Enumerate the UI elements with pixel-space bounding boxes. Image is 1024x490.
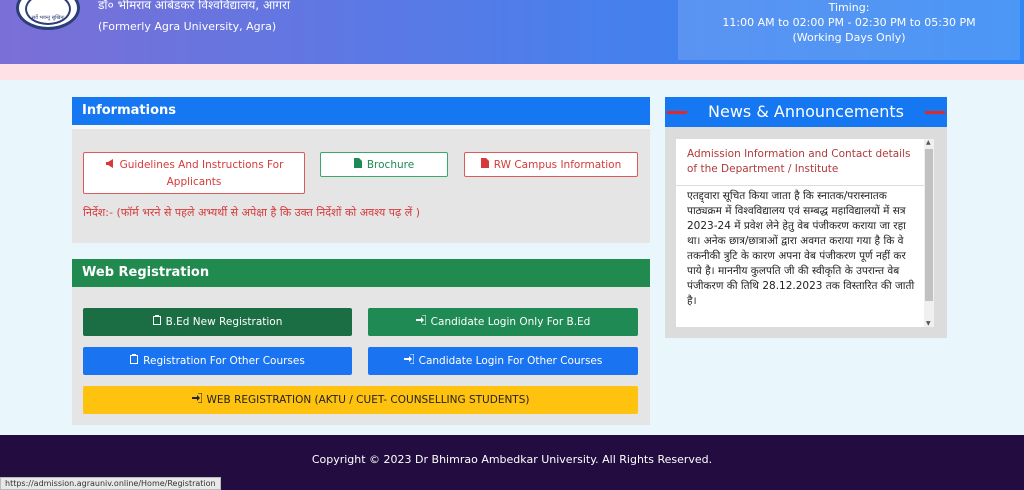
web-registration-panel: Web Registration B.Ed New Registration C… (72, 259, 650, 425)
megaphone-icon (105, 158, 115, 174)
bed-login-label: Candidate Login Only For B.Ed (430, 316, 591, 328)
news-scroll-area[interactable]: Admission Information and Contact detail… (676, 139, 934, 327)
rw-campus-label: RW Campus Information (493, 159, 622, 171)
clipboard-icon (152, 309, 161, 337)
other-courses-registration-label: Registration For Other Courses (143, 355, 305, 367)
browser-status-url: https://admission.agrauniv.online/Home/R… (0, 477, 221, 490)
file-pdf-icon (480, 158, 489, 174)
timing-box: Timing: 11:00 AM to 02:00 PM - 02:30 PM … (678, 0, 1020, 60)
aktu-cuet-registration-label: WEB REGISTRATION (AKTU / CUET- COUNSELLI… (206, 394, 530, 406)
bed-new-registration-label: B.Ed New Registration (165, 316, 283, 328)
aktu-cuet-registration-button[interactable]: WEB REGISTRATION (AKTU / CUET- COUNSELLI… (83, 386, 638, 414)
news-header-left-bar (667, 111, 687, 114)
header-divider-band (0, 64, 1024, 80)
logo-motto: सर्वे भवन्तु सुखिनः (31, 15, 65, 21)
brochure-label: Brochure (366, 159, 415, 171)
panel-divider (72, 125, 650, 129)
sign-in-icon (191, 387, 203, 415)
file-icon (353, 158, 362, 174)
news-header: News & Announcements (665, 97, 947, 127)
news-item-text: एतद्द्वारा सूचित किया जाता है कि स्नातक/… (687, 190, 915, 307)
clipboard-icon (130, 348, 139, 376)
instructions-note: निर्देश:- (फॉर्म भरने से पहले अभ्यर्थी स… (83, 206, 420, 219)
bed-new-registration-button[interactable]: B.Ed New Registration (83, 308, 352, 336)
news-header-right-bar (925, 111, 945, 114)
other-courses-login-button[interactable]: Candidate Login For Other Courses (368, 347, 638, 375)
news-title: News & Announcements (708, 102, 904, 121)
university-name: डॉ० भीमराव आंबेडकर विश्वविद्यालय, आगरा (98, 0, 291, 12)
sign-in-icon (403, 348, 415, 376)
timing-note: (Working Days Only) (792, 31, 906, 44)
logo-ring (25, 0, 71, 25)
site-header: सर्वे भवन्तु सुखिनः डॉ० भीमराव आंबेडकर व… (0, 0, 1024, 64)
scroll-down-icon[interactable]: ▼ (926, 320, 931, 327)
brochure-button[interactable]: Brochure (320, 152, 448, 177)
timing-label: Timing: (828, 1, 870, 14)
timing-hours: 11:00 AM to 02:00 PM - 02:30 PM to 05:30… (722, 16, 976, 29)
other-courses-registration-button[interactable]: Registration For Other Courses (83, 347, 352, 375)
university-formerly: (Formerly Agra University, Agra) (98, 20, 277, 33)
news-item-title[interactable]: Admission Information and Contact detail… (687, 147, 917, 177)
guidelines-button[interactable]: Guidelines And Instructions For Applican… (83, 152, 305, 194)
scrollbar-thumb[interactable] (925, 149, 933, 301)
informations-title: Informations (72, 97, 650, 125)
rw-campus-button[interactable]: RW Campus Information (464, 152, 638, 177)
bed-login-button[interactable]: Candidate Login Only For B.Ed (368, 308, 638, 336)
news-scrollbar[interactable]: ▲ ▼ (924, 139, 934, 327)
guidelines-label: Guidelines And Instructions For Applican… (119, 159, 284, 188)
news-panel: News & Announcements Admission Informati… (665, 97, 947, 338)
university-logo[interactable]: सर्वे भवन्तु सुखिनः (16, 0, 80, 30)
informations-panel: Informations Guidelines And Instructions… (72, 97, 650, 243)
news-item-divider (676, 185, 924, 186)
other-courses-login-label: Candidate Login For Other Courses (418, 355, 603, 367)
footer-copyright: Copyright © 2023 Dr Bhimrao Ambedkar Uni… (311, 453, 713, 466)
scroll-up-icon[interactable]: ▲ (926, 139, 931, 146)
sign-in-icon (415, 309, 427, 337)
web-registration-title: Web Registration (72, 259, 650, 287)
